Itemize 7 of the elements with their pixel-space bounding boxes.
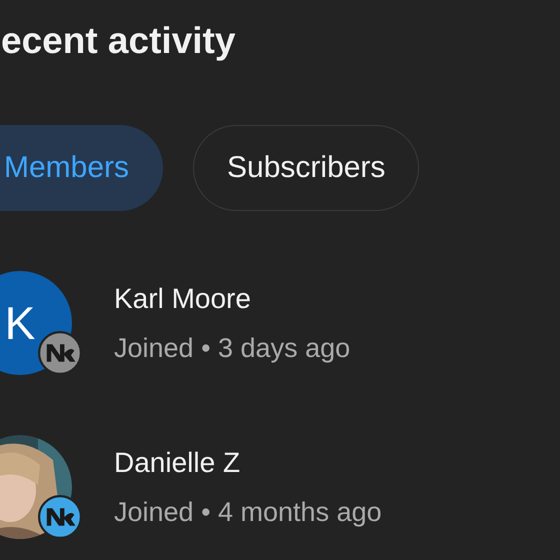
member-name[interactable]: Danielle Z: [114, 445, 382, 481]
filter-chip[interactable]: Subscribers: [193, 125, 420, 211]
section-title: ecent activity: [1, 19, 236, 63]
join-status: Joined • 3 days ago: [114, 332, 350, 365]
member-name[interactable]: Karl Moore: [114, 281, 350, 317]
join-status: Joined • 4 months ago: [114, 496, 382, 529]
filter-chip[interactable]: Members: [0, 125, 164, 211]
